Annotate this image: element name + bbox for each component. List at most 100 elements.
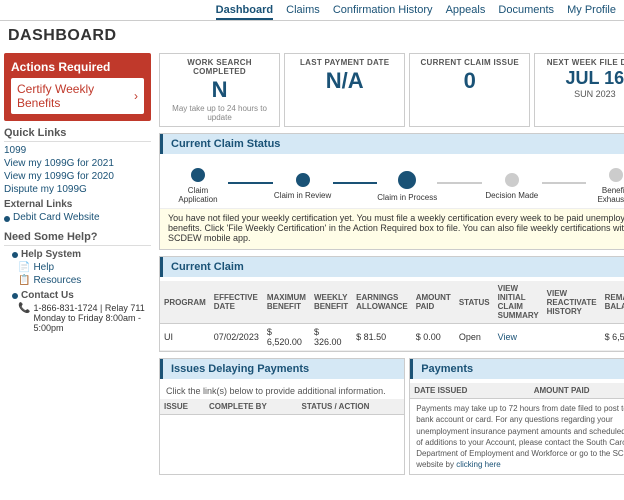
col-max-benefit: MAXIMUM BENEFIT xyxy=(263,281,310,324)
resources-link-item: 📋 Resources xyxy=(18,275,151,286)
nav-my-profile[interactable]: My Profile xyxy=(567,4,616,16)
step-claim-application: Claim Application xyxy=(168,168,228,204)
col-status: STATUS xyxy=(455,281,494,324)
link-1099g-2021[interactable]: View my 1099G for 2021 xyxy=(4,158,151,169)
need-help-section: Need Some Help? Help System 📄 Help 📋 Res… xyxy=(4,231,151,333)
step-line-2 xyxy=(333,182,378,184)
current-claim-issue-label: CURRENT CLAIM ISSUE xyxy=(416,58,523,67)
help-system-subsection: Help System 📄 Help 📋 Resources xyxy=(4,249,151,286)
step-circle-1 xyxy=(191,168,205,182)
row-reactivate xyxy=(543,324,601,351)
external-links-title: External Links xyxy=(4,199,151,210)
next-week-file-value: JUL 16 xyxy=(541,69,624,89)
need-help-title: Need Some Help? xyxy=(4,231,151,246)
row-max-benefit: $ 6,520.00 xyxy=(263,324,310,351)
stats-row: WORK SEARCH COMPLETED N May take up to 2… xyxy=(159,53,624,127)
actions-required-box: Actions Required Certify Weekly Benefits… xyxy=(4,53,151,121)
step-claim-review: Claim in Review xyxy=(273,173,333,200)
payments-col-date: DATE ISSUED xyxy=(410,383,530,399)
work-search-stat: WORK SEARCH COMPLETED N May take up to 2… xyxy=(159,53,280,127)
view-initial-claim-link[interactable]: View xyxy=(498,332,517,342)
next-week-file-stat: NEXT WEEK FILE DATE JUL 16 SUN 2023 xyxy=(534,53,624,127)
help-link-item: 📄 Help xyxy=(18,262,151,273)
col-earnings-allowance: EARNINGS ALLOWANCE xyxy=(352,281,412,324)
col-effective-date: EFFECTIVE DATE xyxy=(210,281,263,324)
step-line-3 xyxy=(437,182,482,184)
col-remaining-balance: REMAINING BALANCE xyxy=(601,281,624,324)
certify-label: Certify Weekly Benefits xyxy=(17,82,134,110)
step-label-5: Benefits Exhausted xyxy=(586,186,624,204)
nav-documents[interactable]: Documents xyxy=(498,4,554,16)
step-circle-5 xyxy=(609,168,623,182)
current-claim-status-header: Current Claim Status xyxy=(160,134,624,154)
work-search-value: N xyxy=(166,78,273,102)
current-claim-issue-stat: CURRENT CLAIM ISSUE 0 xyxy=(409,53,530,127)
issues-sub-note: Click the link(s) below to provide addit… xyxy=(160,383,404,399)
step-line-1 xyxy=(228,182,273,184)
issues-header: Issues Delaying Payments xyxy=(160,359,404,379)
row-view-link[interactable]: View xyxy=(494,324,543,351)
issues-table: ISSUE COMPLETE BY STATUS / ACTION xyxy=(160,399,404,415)
top-navigation: Dashboard Claims Confirmation History Ap… xyxy=(0,0,624,21)
issues-col-status: STATUS / ACTION xyxy=(298,399,405,415)
row-status: Open xyxy=(455,324,494,351)
help-link[interactable]: Help xyxy=(33,262,54,273)
chevron-right-icon: › xyxy=(134,89,138,103)
nav-dashboard[interactable]: Dashboard xyxy=(216,4,273,20)
step-circle-3 xyxy=(398,171,416,189)
next-week-file-label: NEXT WEEK FILE DATE xyxy=(541,58,624,67)
work-search-label: WORK SEARCH COMPLETED xyxy=(166,58,273,76)
payments-col-amount: AMOUNT PAID xyxy=(530,383,624,399)
step-label-2: Claim in Review xyxy=(273,191,333,200)
certify-weekly-benefits-button[interactable]: Certify Weekly Benefits › xyxy=(11,78,144,114)
step-claim-process: Claim in Process xyxy=(377,171,437,202)
bullet-dot xyxy=(4,216,10,222)
link-dispute-1099g[interactable]: Dispute my 1099G xyxy=(4,184,151,195)
current-claim-section: Current Claim PROGRAM EFFECTIVE DATE MAX… xyxy=(159,256,624,352)
status-note: You have not filed your weekly certifica… xyxy=(160,208,624,249)
row-earnings-allowance: $ 81.50 xyxy=(352,324,412,351)
claim-row: UI 07/02/2023 $ 6,520.00 $ 326.00 $ 81.5… xyxy=(160,324,624,351)
help-system-title: Help System xyxy=(12,249,151,260)
help-system-dot xyxy=(12,252,18,258)
page-title: DASHBOARD xyxy=(0,21,624,49)
nav-appeals[interactable]: Appeals xyxy=(446,4,486,16)
issues-col-issue: ISSUE xyxy=(160,399,205,415)
link-1099g-2020[interactable]: View my 1099G for 2020 xyxy=(4,171,151,182)
clicking-here-link[interactable]: clicking here xyxy=(456,460,500,469)
col-amount-paid: AMOUNT PAID xyxy=(412,281,455,324)
step-decision-made: Decision Made xyxy=(482,173,542,200)
nav-confirmation-history[interactable]: Confirmation History xyxy=(333,4,433,16)
debit-card-link[interactable]: Debit Card Website xyxy=(13,212,100,223)
issues-col-complete-by: COMPLETE BY xyxy=(205,399,297,415)
step-benefits-exhausted: Benefits Exhausted xyxy=(586,168,624,204)
debit-card-link-item: Debit Card Website xyxy=(4,212,151,225)
col-weekly-benefit: WEEKLY BENEFIT xyxy=(310,281,352,324)
contact-dot xyxy=(12,293,18,299)
status-steps: Claim Application Claim in Review Claim … xyxy=(160,158,624,208)
link-1099[interactable]: 1099 xyxy=(4,145,151,156)
row-weekly-benefit: $ 326.00 xyxy=(310,324,352,351)
nav-claims[interactable]: Claims xyxy=(286,4,320,16)
payments-table: DATE ISSUED AMOUNT PAID xyxy=(410,383,624,399)
next-week-file-sub: SUN 2023 xyxy=(541,89,624,99)
current-claim-issue-value: 0 xyxy=(416,69,523,93)
sidebar: Actions Required Certify Weekly Benefits… xyxy=(0,49,155,479)
resources-link[interactable]: Resources xyxy=(33,275,81,286)
step-label-4: Decision Made xyxy=(482,191,542,200)
current-claim-header: Current Claim xyxy=(160,257,624,277)
file-icon: 📋 xyxy=(18,275,30,286)
last-payment-label: LAST PAYMENT DATE xyxy=(291,58,398,67)
quick-links-title: Quick Links xyxy=(4,127,151,142)
current-claim-table: PROGRAM EFFECTIVE DATE MAXIMUM BENEFIT W… xyxy=(160,281,624,351)
payments-note: Payments may take up to 72 hours from da… xyxy=(410,399,624,474)
main-content: WORK SEARCH COMPLETED N May take up to 2… xyxy=(155,49,624,479)
col-view-reactivate: VIEW REACTIVATE HISTORY xyxy=(543,281,601,324)
row-amount-paid: $ 0.00 xyxy=(412,324,455,351)
bottom-panels: Issues Delaying Payments Click the link(… xyxy=(159,358,624,475)
last-payment-value: N/A xyxy=(291,69,398,93)
last-payment-stat: LAST PAYMENT DATE N/A xyxy=(284,53,405,127)
phone-icon: 📞 xyxy=(18,303,30,314)
step-line-4 xyxy=(542,182,587,184)
row-effective-date: 07/02/2023 xyxy=(210,324,263,351)
